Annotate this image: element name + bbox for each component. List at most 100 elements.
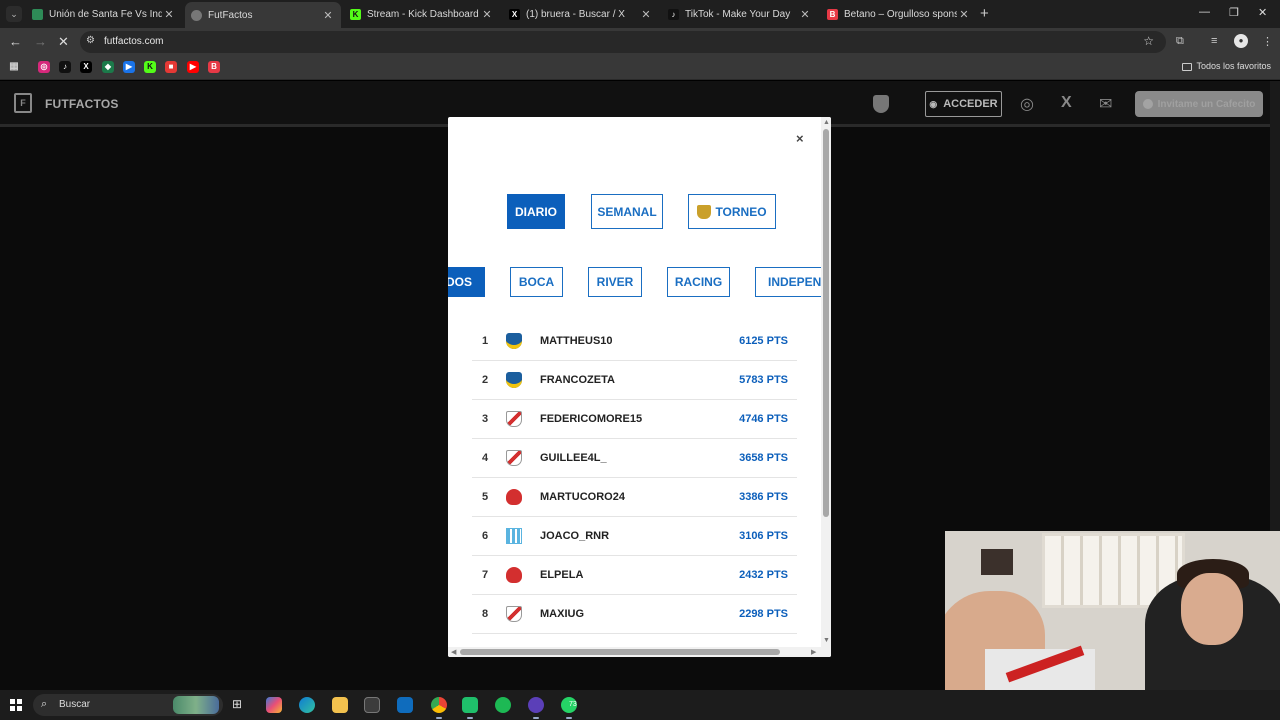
forward-icon[interactable]: →	[34, 34, 47, 49]
betano-bookmark-icon[interactable]: B	[208, 61, 220, 73]
ranking-row[interactable]: 2 FRANCOZETA 5783 PTS	[472, 361, 797, 400]
scrollbar-thumb[interactable]	[460, 649, 780, 655]
back-icon[interactable]: ←	[9, 34, 22, 49]
ranking-row[interactable]: 5 MARTUCORO24 3386 PTS	[472, 478, 797, 517]
extensions-icon[interactable]: ⧉	[1176, 35, 1184, 48]
ranking-row[interactable]: 4 GUILLEE4L_ 3658 PTS	[472, 439, 797, 478]
webcam-wall-frame	[981, 549, 1013, 575]
webcam-overlay	[945, 531, 1280, 690]
tiktok-bookmark-icon[interactable]: ♪	[59, 61, 71, 73]
bookmarks-bar: ▦ ◎ ♪ X ◆ ▶ K ■ ▶ B Todos los favoritos	[0, 56, 1280, 80]
taskbar-search[interactable]: ⌕ Buscar	[33, 694, 223, 716]
username: GUILLEE4L_	[540, 452, 607, 464]
ranking-row[interactable]: 8 MAXIUG 2298 PTS	[472, 595, 797, 634]
bookmark-star-icon[interactable]: ☆	[1143, 34, 1154, 48]
menu-kebab-icon[interactable]: ⋮	[1262, 35, 1273, 48]
scrollbar-thumb[interactable]	[823, 129, 829, 517]
kick-favicon-icon: K	[350, 8, 361, 20]
new-tab-icon[interactable]: +	[980, 5, 989, 22]
tab-close-icon[interactable]: ✕	[957, 8, 971, 21]
team-label: RIVER	[596, 275, 634, 289]
close-icon[interactable]: ×	[796, 131, 804, 146]
team-tab-boca[interactable]: BOCA	[510, 267, 563, 297]
scroll-up-icon[interactable]: ▲	[823, 119, 830, 126]
team-tab-todos[interactable]: ODOS	[448, 267, 485, 297]
twitch-bookmark-icon[interactable]: ■	[165, 61, 177, 73]
scroll-down-icon[interactable]: ▼	[823, 637, 830, 644]
futfactos-logo-icon[interactable]: F	[14, 93, 32, 113]
site-info-icon[interactable]: ⚙	[86, 35, 95, 46]
acceder-button[interactable]: ◉ ACCEDER	[925, 91, 1002, 117]
period-tab-torneo[interactable]: TORNEO	[688, 194, 776, 229]
x-bookmark-icon[interactable]: X	[80, 61, 92, 73]
browser-tab[interactable]: K Stream - Kick Dashboard ✕	[344, 4, 500, 24]
task-view-icon[interactable]: ⊞	[232, 697, 248, 713]
tab-close-icon[interactable]: ✕	[798, 8, 812, 21]
outlook-icon[interactable]	[397, 697, 413, 713]
browser-tab-strip: ⌄ Unión de Santa Fe Vs Independ ✕ FutFac…	[0, 0, 1280, 28]
bookmark-icon[interactable]: ◆	[102, 61, 114, 73]
all-favorites[interactable]: Todos los favoritos	[1182, 61, 1271, 71]
instagram-bookmark-icon[interactable]: ◎	[38, 61, 50, 73]
team-label: RACING	[674, 275, 723, 289]
restore-icon[interactable]: ❐	[1229, 6, 1239, 19]
tab-close-icon[interactable]: ✕	[162, 8, 176, 21]
obs-icon[interactable]	[528, 697, 544, 719]
copilot-icon[interactable]	[266, 697, 282, 713]
scroll-right-icon[interactable]: ▶	[811, 648, 816, 656]
close-window-icon[interactable]: ✕	[1258, 6, 1267, 19]
chrome-icon[interactable]	[431, 697, 447, 719]
ranking-row[interactable]: 3 FEDERICOMORE15 4746 PTS	[472, 400, 797, 439]
browser-tab[interactable]: X (1) bruera - Buscar / X ✕	[503, 4, 659, 24]
username: MATTHEUS10	[540, 335, 613, 347]
stop-loading-icon[interactable]: ✕	[58, 34, 69, 50]
windows-start-icon[interactable]	[10, 699, 22, 711]
kick-bookmark-icon[interactable]: K	[144, 61, 156, 73]
team-tab-independiente[interactable]: INDEPENDII	[755, 267, 831, 297]
browser-tab[interactable]: Unión de Santa Fe Vs Independ ✕	[26, 4, 182, 24]
team-tab-river[interactable]: RIVER	[588, 267, 642, 297]
rank-number: 8	[482, 608, 489, 620]
youtube-bookmark-icon[interactable]: ▶	[187, 61, 199, 73]
site-logo-text[interactable]: FUTFACTOS	[45, 97, 119, 111]
file-explorer-icon[interactable]	[332, 697, 348, 713]
independiente-crest-icon	[506, 567, 522, 583]
profile-avatar-icon[interactable]: ●	[1234, 34, 1248, 48]
racing-crest-icon	[506, 528, 522, 544]
team-shield-icon[interactable]	[873, 95, 889, 113]
points: 3106 PTS	[739, 530, 788, 542]
modal-vertical-scrollbar[interactable]: ▲ ▼	[821, 117, 831, 649]
cafecito-button[interactable]: Invitame un Cafecito	[1135, 91, 1263, 117]
period-tab-diario[interactable]: DIARIO	[507, 194, 565, 229]
rank-number: 2	[482, 374, 489, 386]
username: ELPELA	[540, 569, 584, 581]
media-control-icon[interactable]: ≡	[1211, 35, 1217, 47]
team-tab-racing[interactable]: RACING	[667, 267, 730, 297]
minimize-icon[interactable]: —	[1199, 6, 1210, 18]
ranking-row[interactable]: 7 ELPELA 2432 PTS	[472, 556, 797, 595]
points: 6125 PTS	[739, 335, 788, 347]
store-icon[interactable]	[364, 697, 380, 713]
spotify-icon[interactable]	[495, 697, 511, 713]
period-tab-semanal[interactable]: SEMANAL	[591, 194, 663, 229]
tab-close-icon[interactable]: ✕	[321, 9, 335, 22]
tab-title: Stream - Kick Dashboard	[367, 8, 479, 20]
scroll-left-icon[interactable]: ◀	[451, 648, 456, 656]
apps-grid-icon[interactable]: ▦	[8, 61, 20, 73]
email-icon[interactable]: ✉	[1099, 94, 1112, 114]
tab-search-icon[interactable]: ⌄	[6, 6, 22, 22]
ranking-row[interactable]: 6 JOACO_RNR 3106 PTS	[472, 517, 797, 556]
x-icon[interactable]: X	[1061, 94, 1072, 112]
browser-tab[interactable]: ♪ TikTok - Make Your Day ✕	[662, 4, 818, 24]
address-bar[interactable]: ⚙ futfactos.com ☆	[80, 31, 1166, 53]
edge-icon[interactable]	[299, 697, 315, 713]
browser-tab-active[interactable]: FutFactos ✕	[185, 2, 341, 28]
modal-horizontal-scrollbar[interactable]: ◀ ▶	[448, 647, 831, 657]
tab-close-icon[interactable]: ✕	[480, 8, 494, 21]
ranking-row[interactable]: 1 MATTHEUS10 6125 PTS	[472, 322, 797, 361]
tab-close-icon[interactable]: ✕	[639, 8, 653, 21]
instagram-icon[interactable]: ◎	[1020, 94, 1034, 114]
browser-tab[interactable]: B Betano – Orgulloso sponsor de ✕	[821, 4, 977, 24]
kick-app-icon[interactable]	[462, 697, 478, 719]
streaming-bookmark-icon[interactable]: ▶	[123, 61, 135, 73]
